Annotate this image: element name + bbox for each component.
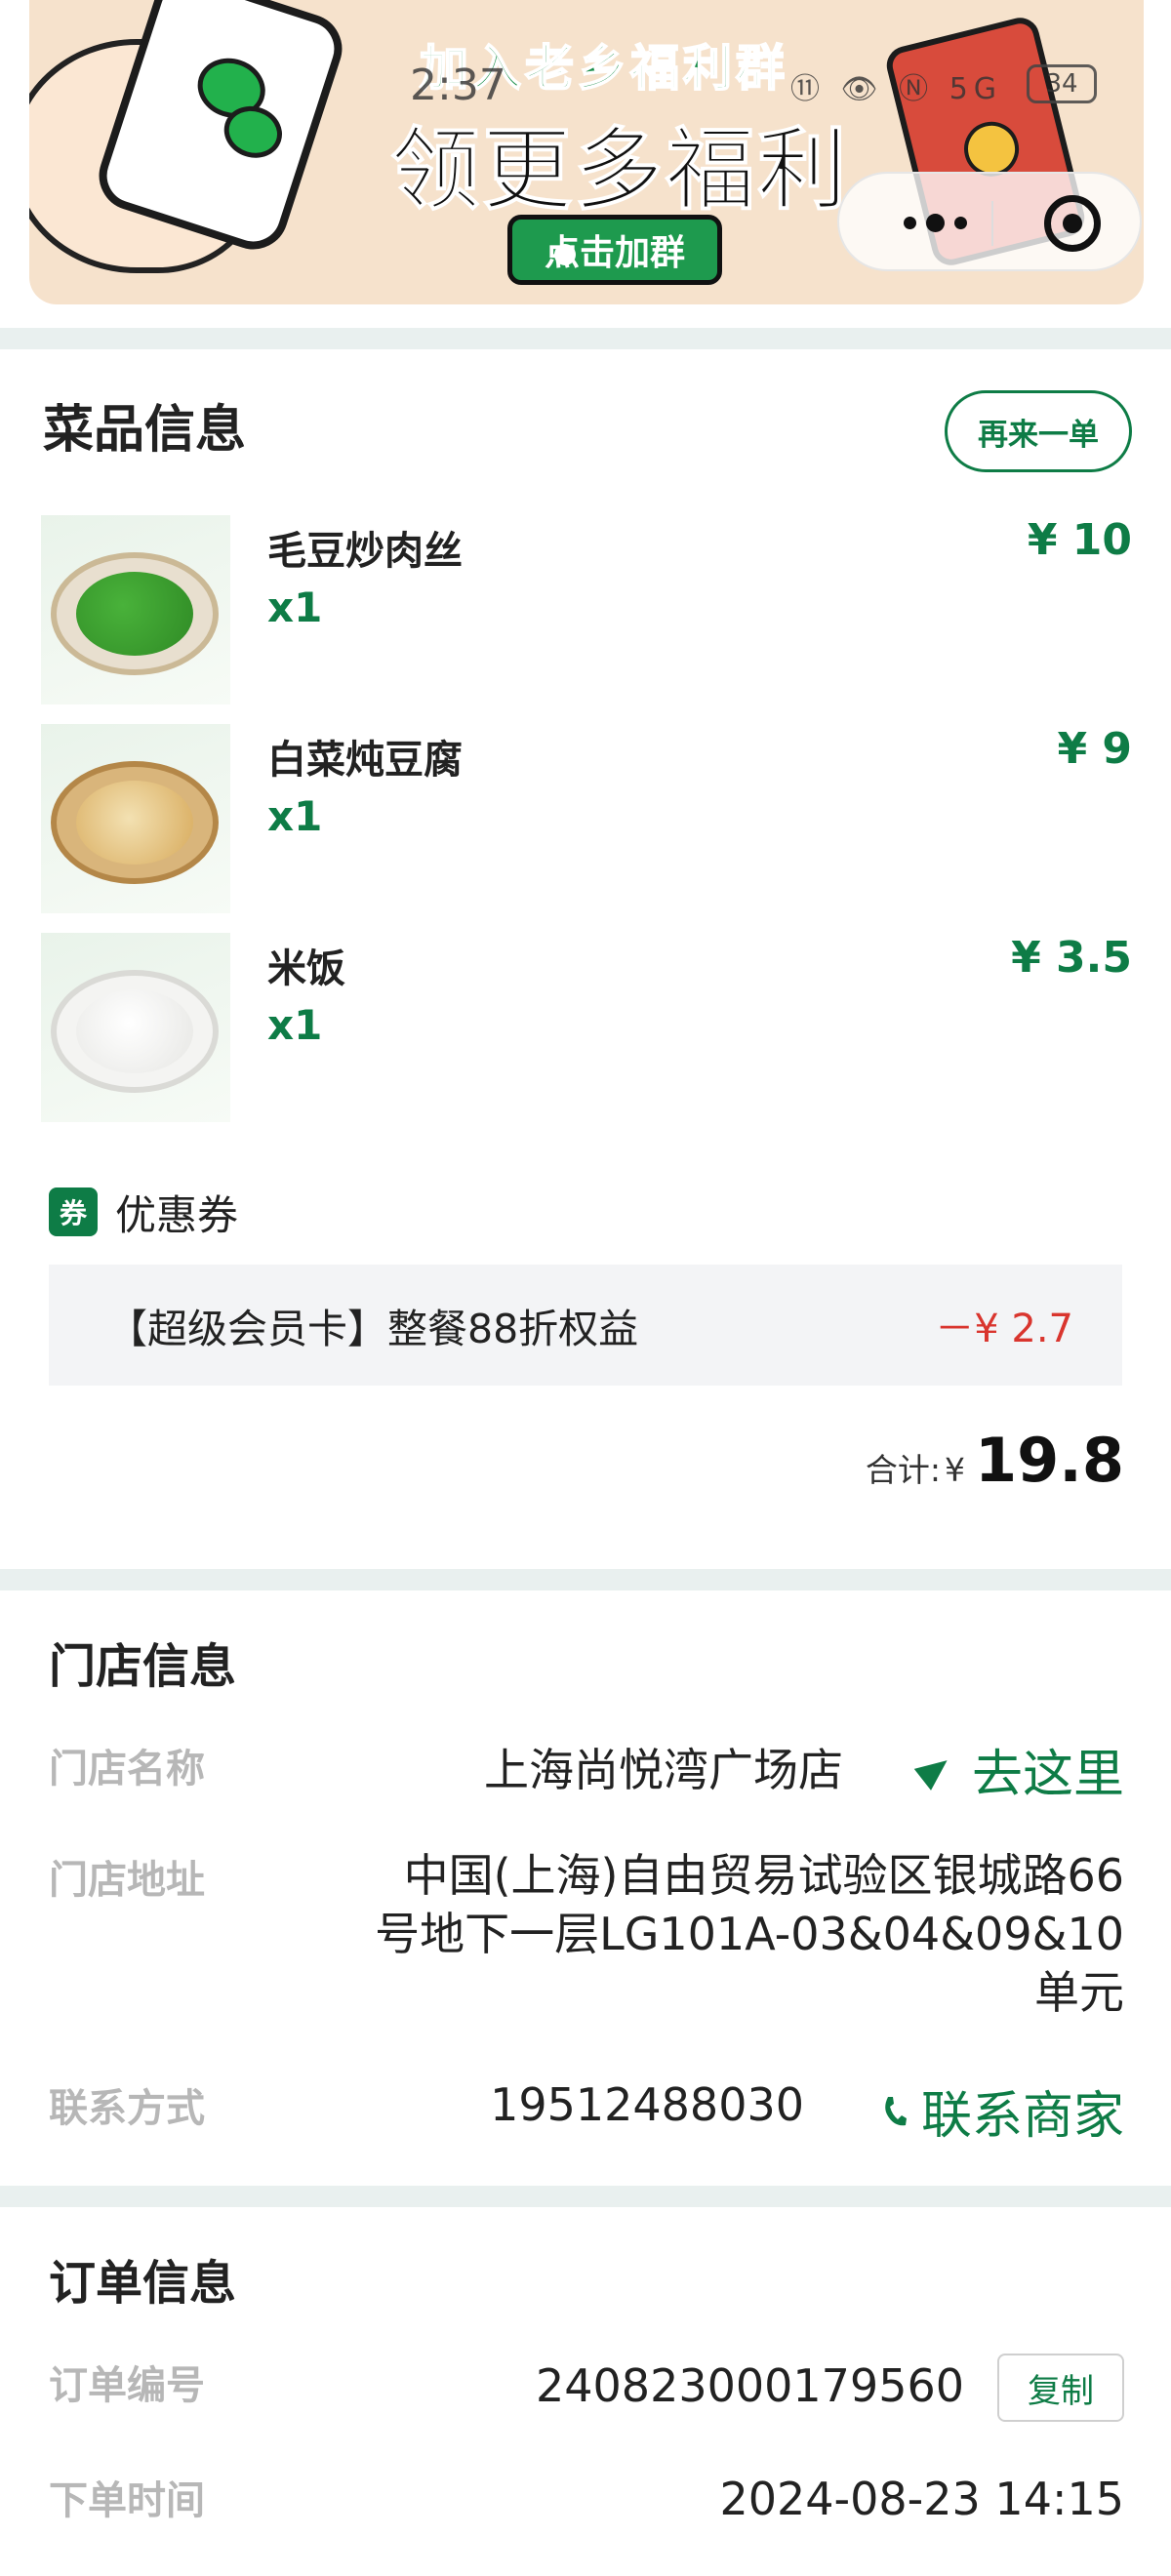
total-label: 合计: <box>865 1451 942 1489</box>
address-line: 号地下一层LG101A-03&04&09&10 <box>375 1908 1124 1960</box>
order-number: 240823000179560 <box>536 2359 964 2412</box>
coupon-detail: 【超级会员卡】整餐88折权益 －¥ 2.7 <box>49 1265 1122 1386</box>
dish-image <box>41 515 230 704</box>
join-group-button[interactable]: 点击加群 <box>507 215 722 285</box>
dish-name: 米饭 <box>267 946 345 991</box>
capsule-divider <box>991 201 993 246</box>
section-divider <box>0 2186 1171 2207</box>
store-address-label: 门店地址 <box>49 1858 205 1903</box>
contact-merchant-link[interactable]: 联系商家 <box>882 2074 1124 2148</box>
more-icon[interactable] <box>876 193 993 252</box>
banner-area: 加入老乡福利群 领更多福利 点击加群 2:37 ⑪ 👁 Ⓝ 5G 34 <box>0 0 1171 328</box>
dish-item[interactable]: 毛豆炒肉丝 x1 ¥ 10 <box>41 515 1132 704</box>
navigate-label: 去这里 <box>971 1746 1124 1804</box>
dish-price: ¥ 10 <box>1027 515 1132 565</box>
close-miniprogram-icon[interactable] <box>1044 195 1101 252</box>
dish-item[interactable]: 米饭 x1 ¥ 3.5 <box>41 933 1132 1122</box>
dish-price: ¥ 3.5 <box>1011 933 1132 983</box>
order-total: 合计: ¥ 19.8 <box>866 1425 1124 1496</box>
order-time: 2024-08-23 14:15 <box>719 2473 1124 2525</box>
navigation-arrow-icon <box>913 1749 956 1791</box>
address-line: 单元 <box>1034 1966 1124 2019</box>
order-number-label: 订单编号 <box>49 2363 205 2408</box>
coupon-name: 【超级会员卡】整餐88折权益 <box>107 1306 639 1352</box>
contact-merchant-label: 联系商家 <box>920 2087 1124 2146</box>
contact-phone: 19512488030 <box>490 2078 804 2131</box>
dish-image <box>41 724 230 913</box>
order-time-label: 下单时间 <box>49 2478 205 2523</box>
coupon-header: 券 优惠券 <box>49 1185 238 1239</box>
dish-quantity: x1 <box>267 1001 323 1049</box>
battery-icon: 34 <box>1027 64 1097 103</box>
dish-quantity: x1 <box>267 792 323 840</box>
store-address: 中国(上海)自由贸易试验区银城路66 号地下一层LG101A-03&04&09&… <box>375 1846 1124 2022</box>
coupon-label: 优惠券 <box>115 1190 239 1239</box>
status-bar-icons: ⑪ 👁 Ⓝ 5G <box>790 72 1003 106</box>
section-divider <box>0 328 1171 349</box>
dish-quantity: x1 <box>267 584 323 631</box>
dish-image <box>41 933 230 1122</box>
store-name: 上海尚悦湾广场店 <box>484 1744 843 1796</box>
store-name-label: 门店名称 <box>49 1747 205 1791</box>
phone-icon <box>885 2096 907 2125</box>
navigate-link[interactable]: 去这里 <box>913 1733 1124 1806</box>
contact-label: 联系方式 <box>49 2086 205 2131</box>
address-line: 中国(上海)自由贸易试验区银城路66 <box>403 1849 1124 1902</box>
carousel-dot <box>554 244 576 265</box>
dish-item[interactable]: 白菜炖豆腐 x1 ¥ 9 <box>41 724 1132 913</box>
dish-section-title: 菜品信息 <box>43 401 247 460</box>
total-amount: 19.8 <box>975 1425 1124 1496</box>
copy-order-number-button[interactable]: 复制 <box>997 2354 1124 2422</box>
banner-title: 领更多福利 <box>389 118 850 223</box>
coupon-icon: 券 <box>49 1187 98 1236</box>
dish-name: 白菜炖豆腐 <box>267 738 463 783</box>
store-section-title: 门店信息 <box>49 1639 237 1694</box>
coupon-discount: －¥ 2.7 <box>935 1307 1073 1351</box>
order-section-title: 订单信息 <box>49 2256 237 2311</box>
dish-price: ¥ 9 <box>1057 724 1132 774</box>
section-divider <box>0 1569 1171 1590</box>
reorder-button[interactable]: 再来一单 <box>945 390 1132 472</box>
miniprogram-capsule <box>837 172 1142 271</box>
total-currency: ¥ <box>945 1451 966 1489</box>
status-bar-time: 2:37 <box>410 60 506 110</box>
dish-name: 毛豆炒肉丝 <box>267 529 463 574</box>
